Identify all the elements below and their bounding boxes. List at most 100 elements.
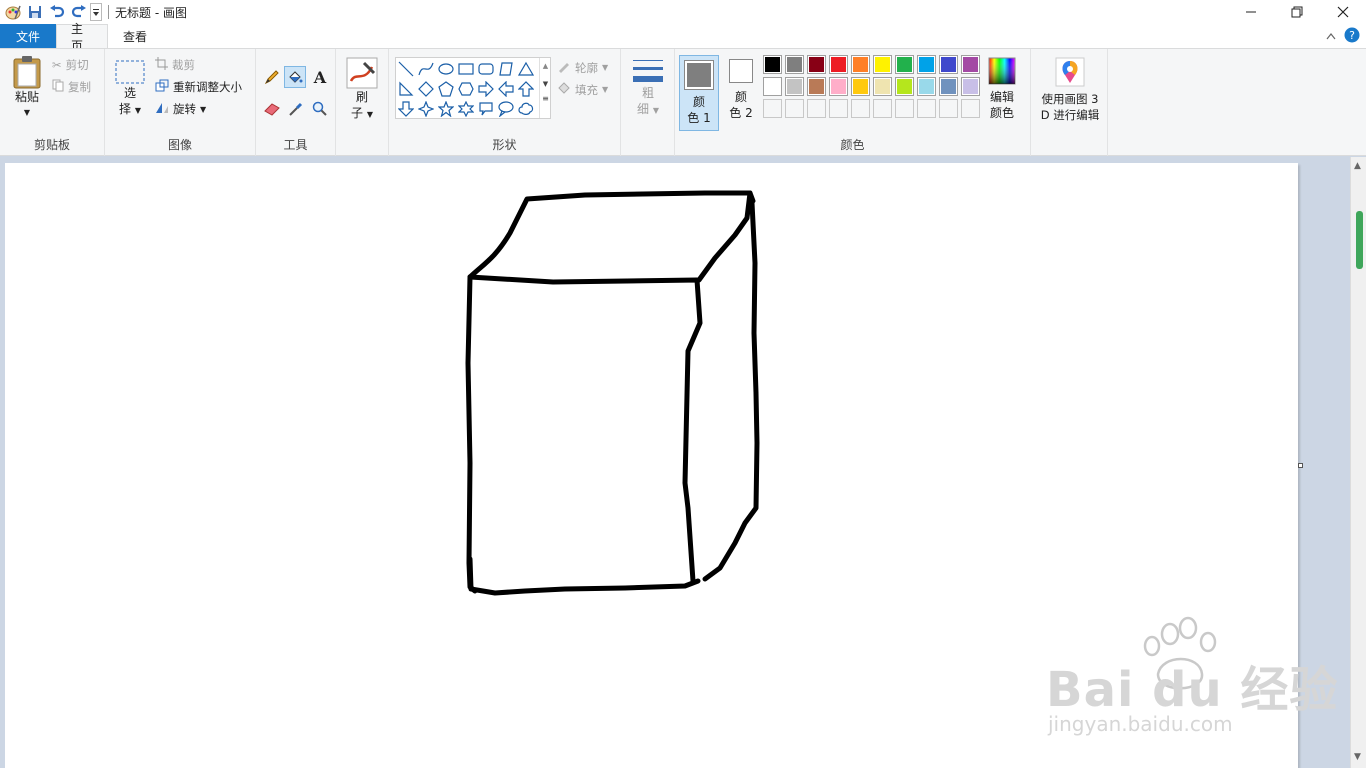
tab-view[interactable]: 查看 [108, 24, 162, 48]
size-button[interactable]: 粗 细 ▼ [629, 57, 667, 119]
rounded-rectangle-shape-icon[interactable] [477, 60, 495, 78]
undo-icon[interactable] [46, 1, 68, 23]
brushes-button[interactable]: 刷 子 ▼ [344, 57, 380, 123]
palette-color-swatch[interactable] [807, 77, 826, 96]
swatch-fill [897, 57, 912, 72]
color1-button[interactable]: 颜 色 1 [679, 55, 719, 131]
paint3d-button[interactable]: 使用画图 3 D 进行编辑 [1035, 57, 1105, 123]
palette-empty-swatch[interactable] [873, 99, 892, 118]
palette-color-swatch[interactable] [851, 55, 870, 74]
fill-bucket-small-icon [557, 81, 571, 98]
eraser-icon[interactable] [262, 99, 282, 119]
diamond-shape-icon[interactable] [417, 80, 435, 98]
palette-empty-swatch[interactable] [895, 99, 914, 118]
vertical-scrollbar[interactable]: ▲ ▼ [1350, 157, 1366, 768]
line-width-icon [633, 60, 663, 82]
text-tool-icon[interactable]: A [310, 67, 330, 87]
rounded-callout-icon[interactable] [477, 100, 495, 118]
palette-empty-swatch[interactable] [961, 99, 980, 118]
palette-color-swatch[interactable] [829, 77, 848, 96]
pentagon-shape-icon[interactable] [437, 80, 455, 98]
up-arrow-shape-icon[interactable] [517, 80, 535, 98]
magnifier-icon[interactable] [310, 99, 330, 119]
tab-home[interactable]: 主页 [56, 22, 108, 53]
swatch-fill [897, 79, 912, 94]
edit-colors-button[interactable]: 编辑 颜色 [985, 57, 1019, 121]
oval-shape-icon[interactable] [437, 60, 455, 78]
paint-app-icon[interactable] [2, 1, 24, 23]
collapse-ribbon-icon[interactable] [1326, 29, 1336, 43]
polygon-shape-icon[interactable] [497, 60, 515, 78]
hexagon-shape-icon[interactable] [457, 80, 475, 98]
rectangle-shape-icon[interactable] [457, 60, 475, 78]
line-shape-icon[interactable] [397, 60, 415, 78]
copy-button[interactable]: 复制 [52, 79, 91, 95]
tab-file[interactable]: 文件 [0, 24, 56, 48]
cloud-callout-icon[interactable] [517, 100, 535, 118]
six-point-star-icon[interactable] [457, 100, 475, 118]
palette-color-swatch[interactable] [829, 55, 848, 74]
select-button[interactable]: 选 择 ▼ [113, 59, 147, 119]
swatch-fill [809, 79, 824, 94]
right-arrow-shape-icon[interactable] [477, 80, 495, 98]
palette-color-swatch[interactable] [895, 55, 914, 74]
palette-empty-swatch[interactable] [829, 99, 848, 118]
triangle-shape-icon[interactable] [517, 60, 535, 78]
shapes-scroll[interactable]: ▲ ▼ ≡ [539, 58, 551, 118]
scroll-down-arrow-icon[interactable]: ▼ [1354, 752, 1361, 762]
palette-color-swatch[interactable] [873, 77, 892, 96]
palette-empty-swatch[interactable] [851, 99, 870, 118]
palette-color-swatch[interactable] [873, 55, 892, 74]
resize-button[interactable]: 重新调整大小 [155, 79, 242, 95]
curve-shape-icon[interactable] [417, 60, 435, 78]
outline-button[interactable]: 轮廓 ▼ [557, 59, 608, 76]
scrollbar-thumb[interactable] [1356, 211, 1363, 269]
palette-empty-swatch[interactable] [807, 99, 826, 118]
oval-callout-icon[interactable] [497, 100, 515, 118]
palette-color-swatch[interactable] [939, 77, 958, 96]
palette-color-swatch[interactable] [785, 55, 804, 74]
palette-color-swatch[interactable] [961, 77, 980, 96]
palette-color-swatch[interactable] [895, 77, 914, 96]
help-icon[interactable]: ? [1344, 27, 1360, 46]
maximize-icon[interactable] [1274, 0, 1320, 24]
color2-button[interactable]: 颜 色 2 [723, 59, 759, 121]
palette-color-swatch[interactable] [961, 55, 980, 74]
palette-empty-swatch[interactable] [939, 99, 958, 118]
pencil-icon[interactable] [262, 67, 282, 87]
cut-button[interactable]: ✂ 剪切 [52, 57, 89, 73]
fill-dropdown-icon: ▼ [602, 85, 609, 94]
five-point-star-icon[interactable] [437, 100, 455, 118]
down-arrow-shape-icon[interactable] [397, 100, 415, 118]
palette-empty-swatch[interactable] [763, 99, 782, 118]
scroll-down-icon[interactable]: ▼ [540, 80, 551, 88]
close-icon[interactable] [1320, 0, 1366, 24]
paste-button[interactable]: 粘贴 ▼ [8, 55, 46, 121]
four-point-star-icon[interactable] [417, 100, 435, 118]
palette-color-swatch[interactable] [785, 77, 804, 96]
scroll-up-icon[interactable]: ▲ [540, 62, 551, 70]
palette-empty-swatch[interactable] [917, 99, 936, 118]
crop-button[interactable]: 裁剪 [155, 57, 195, 73]
palette-color-swatch[interactable] [939, 55, 958, 74]
save-icon[interactable] [24, 1, 46, 23]
fill-button[interactable]: 填充 ▼ [557, 81, 608, 98]
customize-toolbar-icon[interactable] [90, 3, 102, 21]
rotate-button[interactable]: 旋转 ▼ [155, 101, 206, 117]
palette-empty-swatch[interactable] [785, 99, 804, 118]
palette-color-swatch[interactable] [917, 55, 936, 74]
fill-bucket-icon[interactable] [284, 66, 306, 88]
palette-color-swatch[interactable] [763, 55, 782, 74]
swatch-fill [831, 79, 846, 94]
canvas-resize-handle[interactable] [1298, 463, 1303, 468]
palette-color-swatch[interactable] [763, 77, 782, 96]
palette-color-swatch[interactable] [851, 77, 870, 96]
minimize-icon[interactable] [1228, 0, 1274, 24]
expand-gallery-icon[interactable]: ≡ [540, 94, 551, 103]
color-picker-icon[interactable] [286, 99, 306, 119]
left-arrow-shape-icon[interactable] [497, 80, 515, 98]
palette-color-swatch[interactable] [807, 55, 826, 74]
palette-color-swatch[interactable] [917, 77, 936, 96]
right-triangle-shape-icon[interactable] [397, 80, 415, 98]
scroll-up-arrow-icon[interactable]: ▲ [1354, 161, 1361, 171]
